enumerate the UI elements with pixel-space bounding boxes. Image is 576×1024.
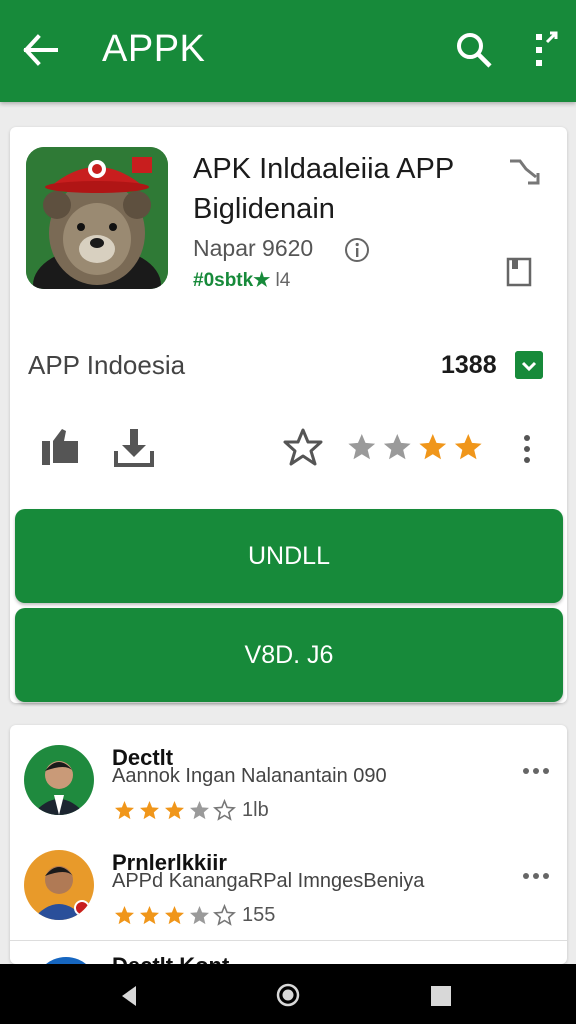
rating-summary: #0sbtk★ l4 bbox=[193, 269, 290, 292]
share-icon[interactable] bbox=[506, 155, 542, 191]
nav-recent-icon[interactable] bbox=[430, 985, 452, 1007]
more-vert-icon[interactable] bbox=[530, 30, 560, 70]
thumbs-up-icon[interactable] bbox=[40, 425, 82, 467]
star bbox=[213, 799, 236, 821]
app-icon[interactable] bbox=[26, 147, 168, 289]
download-icon[interactable] bbox=[112, 425, 156, 469]
review-text: Aannok Ingan Nalanantain 090 bbox=[112, 765, 387, 787]
reviewer-name: Dectlt Kont bbox=[112, 953, 229, 964]
back-arrow-icon[interactable] bbox=[20, 30, 60, 70]
publisher-name[interactable]: Napar 9620 bbox=[193, 235, 313, 262]
star bbox=[115, 906, 134, 925]
chevron-down-icon[interactable] bbox=[515, 351, 543, 379]
bear-mascot-image bbox=[26, 147, 168, 289]
star bbox=[115, 801, 134, 820]
rating-label: #0sbtk★ bbox=[193, 270, 271, 291]
rating-stars-big[interactable] bbox=[344, 432, 486, 464]
review-stars bbox=[115, 799, 236, 821]
star bbox=[165, 801, 184, 820]
review-count: 155 bbox=[242, 904, 276, 926]
primary-button[interactable]: UNDLL bbox=[15, 509, 563, 603]
app-bar: APPK bbox=[0, 0, 576, 102]
avatar[interactable] bbox=[24, 850, 94, 920]
search-icon[interactable] bbox=[454, 30, 494, 70]
app-detail-card: APK Inldaaleiia APP Biglidenain Napar 96… bbox=[10, 127, 567, 703]
star bbox=[419, 434, 447, 460]
app-bar-title: APPK bbox=[102, 28, 206, 70]
app-title: APK Inldaaleiia APP Biglidenain bbox=[193, 153, 454, 225]
star-outline-icon[interactable] bbox=[282, 427, 324, 467]
star bbox=[213, 904, 236, 926]
review-stars bbox=[115, 904, 236, 926]
avatar[interactable] bbox=[24, 745, 94, 815]
star bbox=[348, 434, 376, 460]
reviews-card: Dectlt Aannok Ingan Nalanantain 090 1lb … bbox=[10, 725, 567, 964]
more-horiz-icon[interactable] bbox=[522, 765, 550, 777]
star bbox=[190, 906, 209, 925]
divider bbox=[10, 940, 567, 941]
review-item: Dectlt Aannok Ingan Nalanantain 090 1lb bbox=[10, 743, 567, 848]
star bbox=[140, 906, 159, 925]
secondary-button[interactable]: V8D. J6 bbox=[15, 608, 563, 702]
more-horiz-icon[interactable] bbox=[522, 870, 550, 882]
review-item: Prnlerlkkiir APPd KanangaRPal ImngesBeni… bbox=[10, 848, 567, 953]
developer-name[interactable]: APP Indoesia bbox=[28, 350, 185, 381]
star bbox=[383, 434, 411, 460]
nav-home-icon[interactable] bbox=[276, 983, 300, 1007]
star bbox=[140, 801, 159, 820]
nav-back-icon[interactable] bbox=[118, 984, 142, 1008]
price-value: 1388 bbox=[441, 351, 497, 379]
avatar[interactable] bbox=[34, 957, 98, 964]
info-icon[interactable] bbox=[344, 237, 370, 263]
rating-count: l4 bbox=[275, 270, 291, 291]
star bbox=[165, 906, 184, 925]
star bbox=[454, 434, 482, 460]
more-vert-icon[interactable] bbox=[520, 433, 534, 465]
review-count: 1lb bbox=[242, 799, 269, 821]
bookmark-icon[interactable] bbox=[506, 257, 532, 287]
system-nav-bar bbox=[0, 964, 576, 1024]
review-text: APPd KanangaRPal ImngesBeniya bbox=[112, 870, 425, 892]
star bbox=[190, 801, 209, 820]
